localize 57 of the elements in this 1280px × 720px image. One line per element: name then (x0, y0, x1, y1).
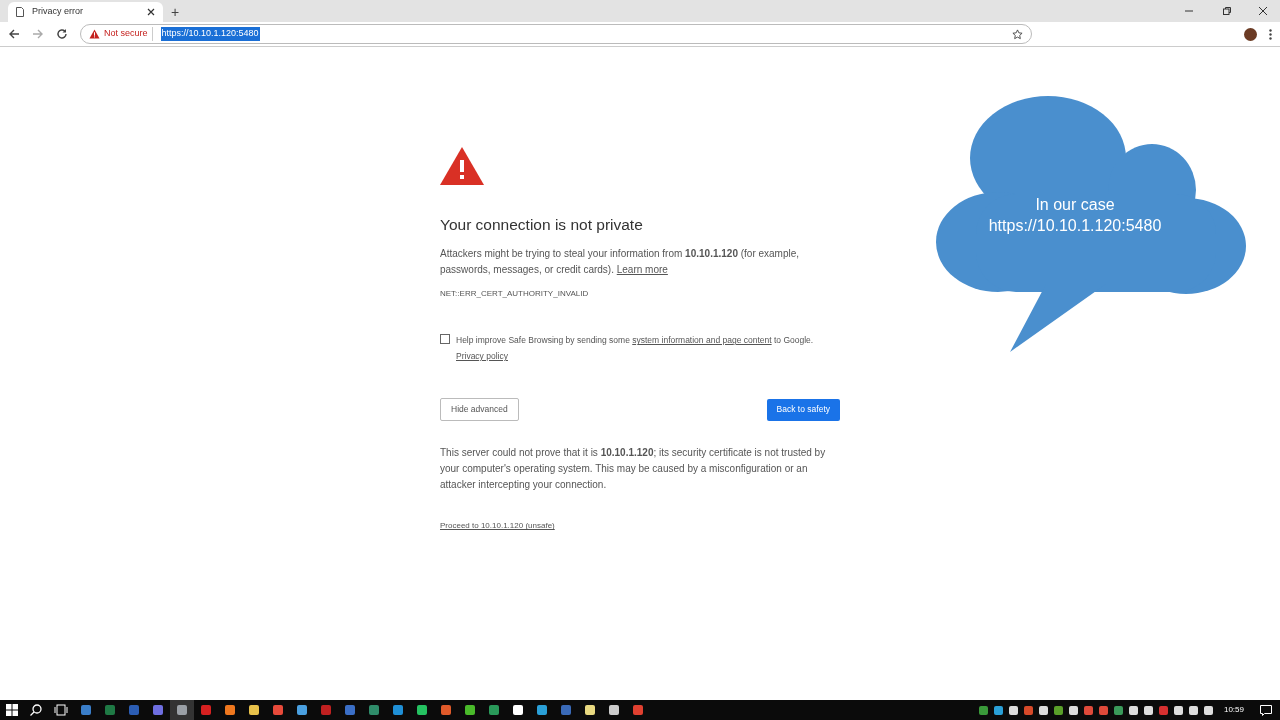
error-message: Attackers might be trying to steal your information from 10.10.1.120 (for example, passwords, messages, or credit cards). Learn more (440, 247, 801, 278)
new-tab-button[interactable]: + (163, 2, 188, 22)
app-icon[interactable] (201, 705, 211, 715)
back-to-safety-button[interactable]: Back to safety (766, 398, 840, 421)
star-icon[interactable] (1012, 28, 1023, 40)
app-icon[interactable] (273, 705, 283, 715)
app-icon[interactable] (153, 705, 163, 715)
avatar-icon[interactable] (1244, 27, 1257, 41)
app-icon[interactable] (225, 705, 235, 715)
app-icon[interactable] (489, 705, 499, 715)
search-icon[interactable] (30, 704, 42, 716)
reload-icon[interactable] (56, 28, 68, 40)
app-icon[interactable] (81, 705, 91, 715)
url-text: https://10.10.1.120:5480 (160, 27, 260, 41)
app-icon[interactable] (465, 705, 475, 715)
app-icon[interactable] (345, 705, 355, 715)
app-icon[interactable] (561, 705, 571, 715)
back-icon[interactable] (8, 28, 20, 40)
checkbox[interactable] (440, 334, 450, 345)
warning-icon (89, 29, 100, 39)
tab-title: Privacy error (32, 5, 84, 19)
task-view-icon[interactable] (54, 704, 68, 716)
app-icon[interactable] (513, 705, 523, 715)
callout-text: In our case (1035, 195, 1115, 215)
start-icon[interactable] (6, 704, 18, 716)
app-icon[interactable] (417, 705, 427, 715)
app-icon[interactable] (105, 705, 115, 715)
app-icon[interactable] (177, 705, 187, 715)
app-icon[interactable] (633, 705, 643, 715)
security-label[interactable]: Not secure (104, 27, 153, 41)
text-link[interactable]: Privacy policy (456, 351, 508, 362)
app-icon[interactable] (297, 705, 307, 715)
callout-text: https://10.10.1.120:5480 (988, 216, 1162, 236)
details-text: This server could not prove that it is 10.10.1.120; its security certificate is not trusted by your computer's operating system. This may be caused by a misconfiguration or an attacker intercepting your connection. (440, 446, 827, 493)
hide-advanced-button[interactable]: Hide advanced (440, 398, 519, 422)
proceed-link[interactable]: Proceed to 10.10.1.120 (unsafe) (440, 521, 555, 531)
app-icon[interactable] (441, 705, 451, 715)
app-icon[interactable] (369, 705, 379, 715)
app-icon[interactable] (585, 705, 595, 715)
safe-browsing-text: Help improve Safe Browsing by sending some system information and page content to Google. Privacy policy (456, 334, 814, 364)
close-icon[interactable] (147, 8, 155, 16)
error-code: NET::ERR_CERT_AUTHORITY_INVALID (440, 288, 590, 301)
app-icon[interactable] (609, 705, 619, 715)
page-heading: Your connection is not private (440, 215, 644, 235)
app-icon[interactable] (393, 705, 403, 715)
warning-icon (440, 147, 484, 185)
page-icon (16, 7, 24, 17)
clock-text: 10:59 (1223, 704, 1244, 716)
text-link[interactable]: system information and page content (632, 335, 772, 346)
text-link[interactable]: Learn more (616, 264, 668, 276)
menu-icon[interactable] (1269, 28, 1272, 40)
restore-icon[interactable] (1222, 6, 1232, 16)
notification-icon[interactable] (1260, 704, 1272, 716)
app-icon[interactable] (249, 705, 259, 715)
close-icon[interactable] (1258, 6, 1268, 16)
browser-tab[interactable]: Privacy error (8, 2, 163, 22)
app-icon[interactable] (537, 705, 547, 715)
